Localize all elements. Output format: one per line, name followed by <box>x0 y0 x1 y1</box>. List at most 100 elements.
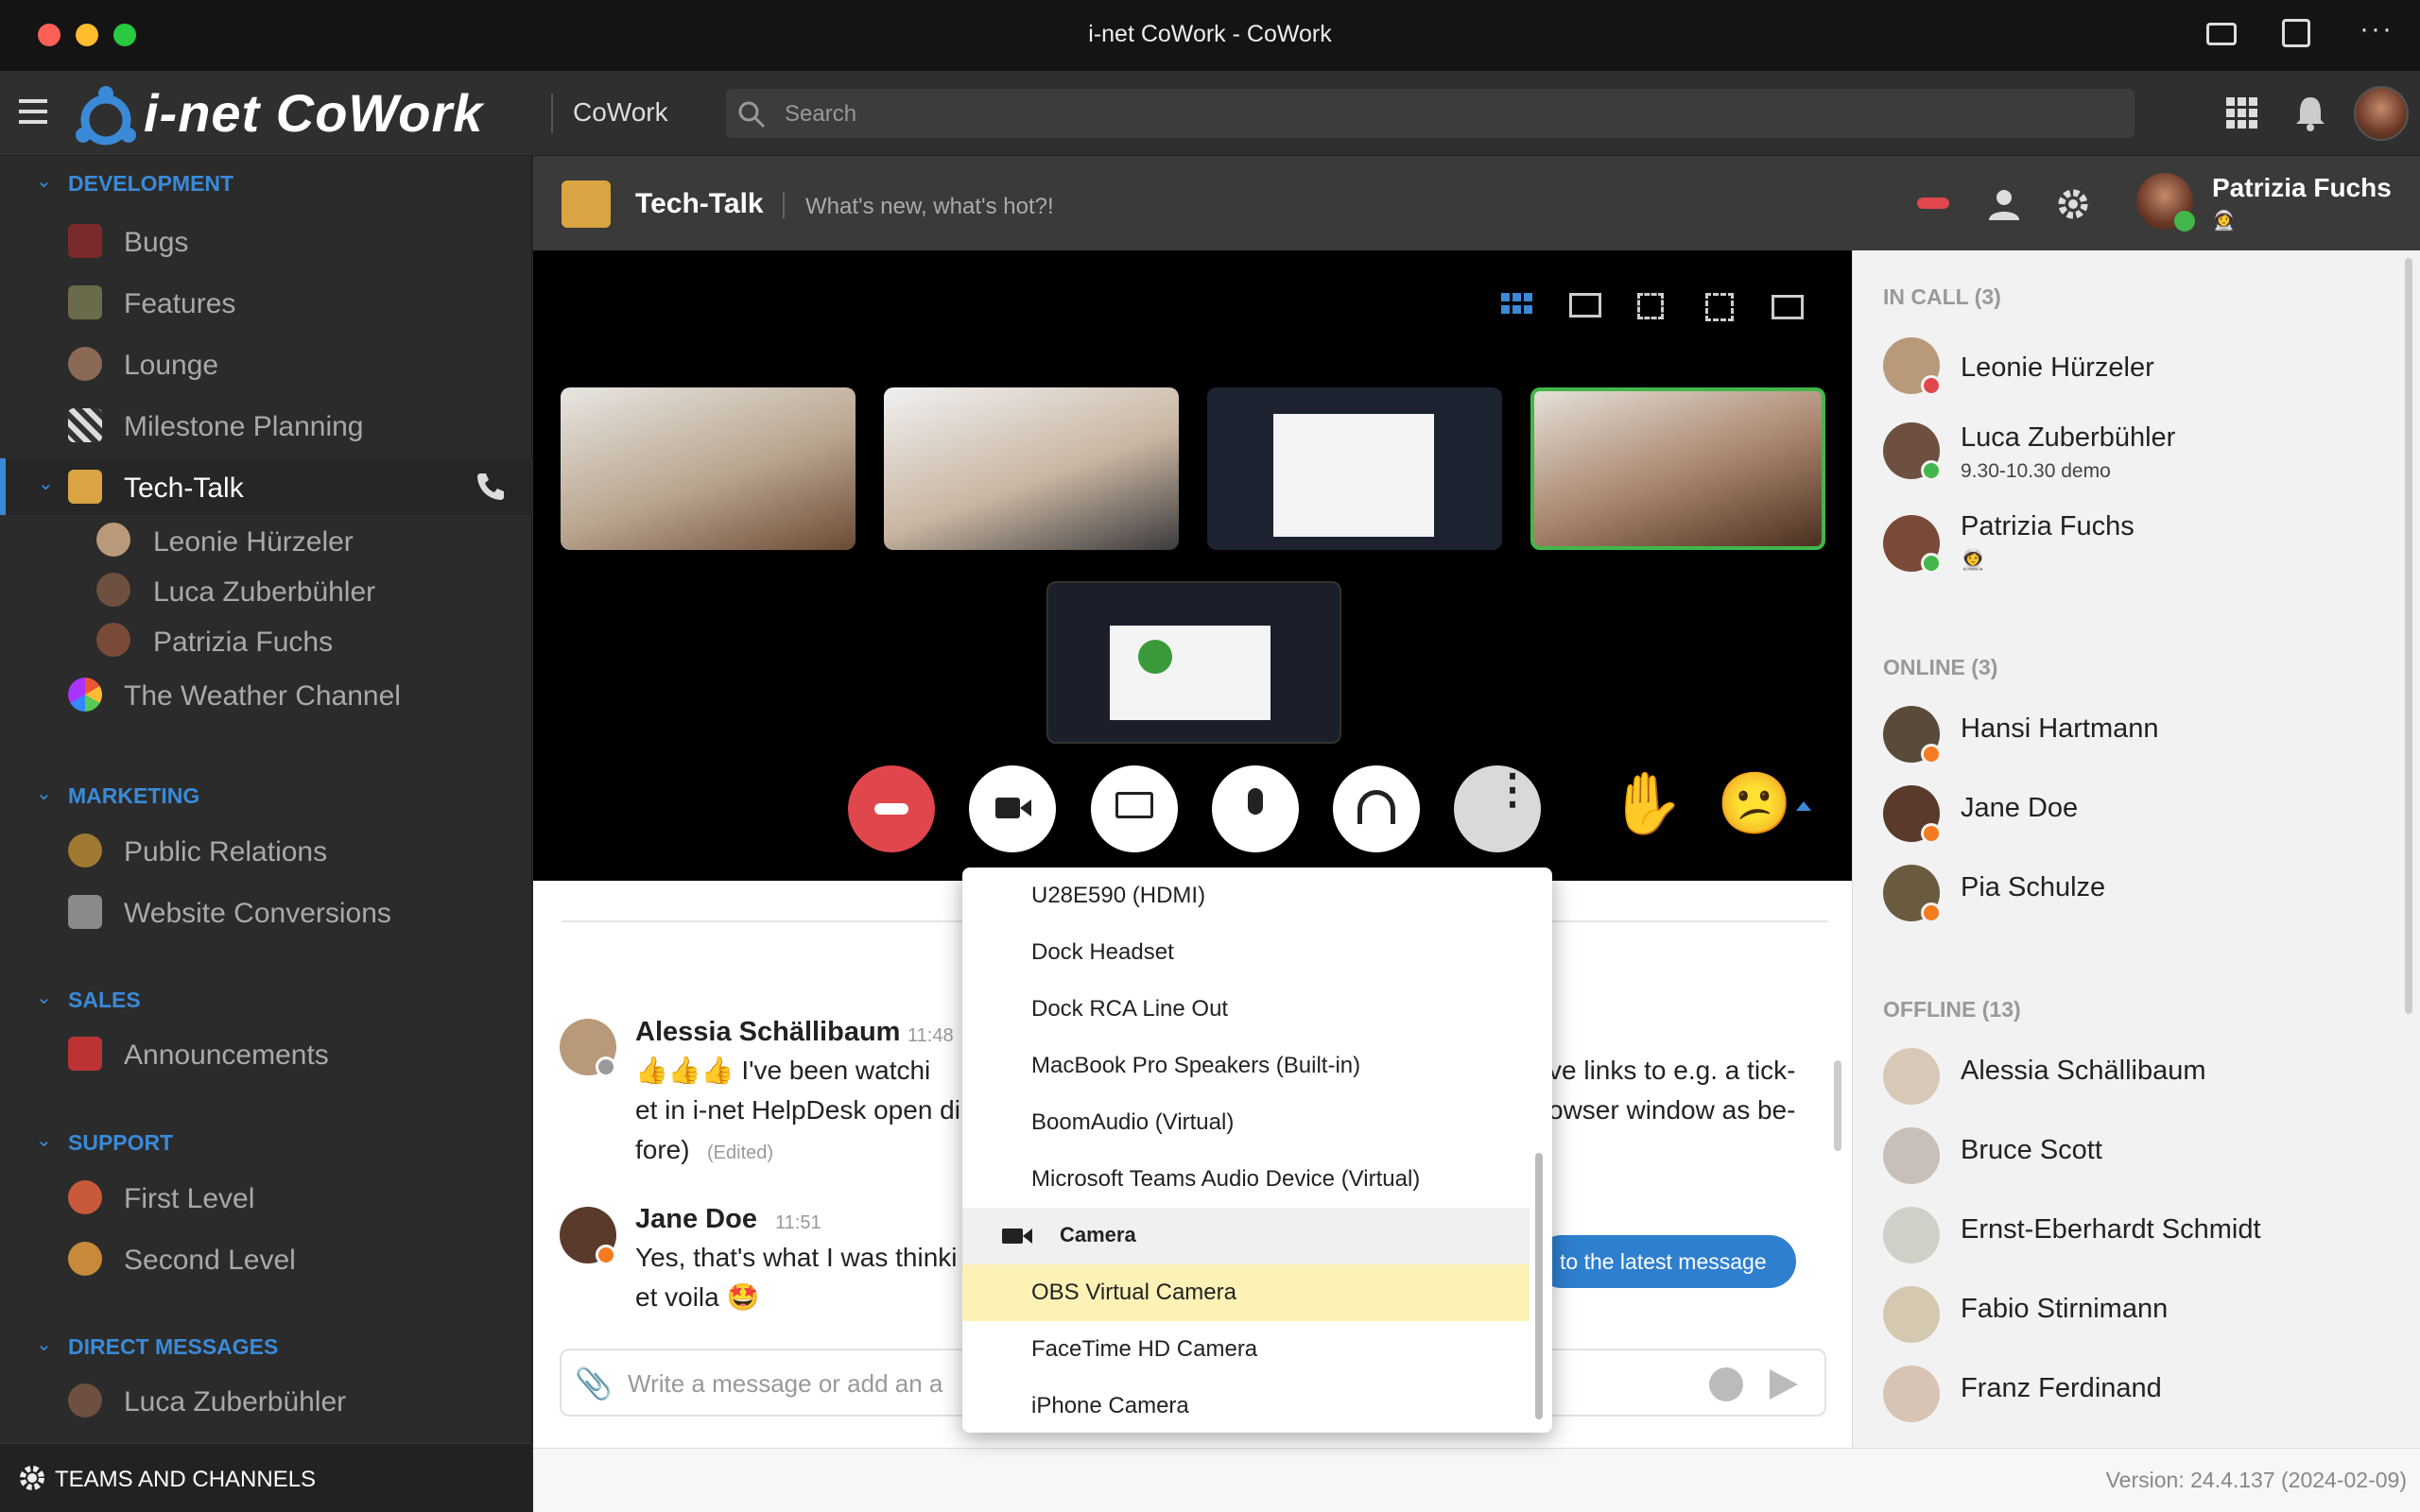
search-icon <box>738 101 766 129</box>
sidebar-item-public-relations[interactable]: Public Relations <box>0 822 532 879</box>
sidebar-item-website-conversions[interactable]: Website Conversions <box>0 884 532 940</box>
message-text: et voila 🤩 <box>635 1282 760 1312</box>
member-row[interactable]: Bruce Scott <box>1883 1124 2394 1190</box>
hangup-button[interactable] <box>848 765 935 852</box>
hangup-icon[interactable] <box>1917 198 1949 209</box>
member-row[interactable]: Ernst-Eberhardt Schmidt <box>1883 1203 2394 1269</box>
hamburger-menu-icon[interactable] <box>19 99 47 128</box>
avatar <box>96 523 130 557</box>
menu-item-audio[interactable]: Dock Headset <box>962 924 1530 981</box>
message-text: Yes, that's what I was thinki <box>635 1243 958 1272</box>
member-row[interactable]: Fabio Stirnimann <box>1883 1282 2394 1349</box>
video-tile-self-screenshare[interactable] <box>1046 581 1341 744</box>
picture-in-picture-icon[interactable] <box>1772 295 1804 319</box>
members-scrollbar[interactable] <box>2405 258 2412 1014</box>
bell-icon[interactable] <box>2294 95 2326 131</box>
away-badge <box>1921 902 1942 923</box>
section-marketing[interactable]: MARKETING <box>68 783 199 809</box>
sidebar-item-first-level[interactable]: First Level <box>0 1169 532 1226</box>
video-tile-participant-2[interactable] <box>884 387 1179 550</box>
chevron-up-icon[interactable] <box>1796 801 1811 811</box>
sidebar-item-second-level[interactable]: Second Level <box>0 1230 532 1287</box>
teams-and-channels-button[interactable]: TEAMS AND CHANNELS <box>0 1443 532 1512</box>
member-row[interactable]: Luca Zuberbühler 9.30-10.30 demo <box>1883 419 2394 485</box>
chevron-down-icon[interactable]: ⌄ <box>36 1128 52 1152</box>
more-icon[interactable]: ··· <box>2360 13 2394 45</box>
checkered-flag-icon <box>68 408 102 442</box>
microphone-button[interactable] <box>1212 765 1299 852</box>
sidebar-item-announcements[interactable]: Announcements <box>0 1025 532 1082</box>
member-row[interactable]: Leonie Hürzeler <box>1883 334 2394 400</box>
audio-output-button[interactable] <box>1333 765 1420 852</box>
speaker-view-icon[interactable] <box>1569 293 1601 318</box>
menu-item-camera-selected[interactable]: OBS Virtual Camera <box>962 1264 1530 1321</box>
megaphone-icon <box>68 1037 102 1071</box>
camera-toggle-button[interactable] <box>969 765 1056 852</box>
chevron-down-icon[interactable]: ⌄ <box>36 782 52 805</box>
member-row[interactable]: Jane Doe <box>1883 782 2394 848</box>
app-header: i-net CoWork CoWork Search <box>0 71 2420 156</box>
chevron-down-icon[interactable]: ⌄ <box>36 169 52 193</box>
menu-item-audio[interactable]: Dock RCA Line Out <box>962 981 1530 1038</box>
section-sales[interactable]: SALES <box>68 988 141 1013</box>
section-direct-messages[interactable]: DIRECT MESSAGES <box>68 1334 278 1360</box>
video-tile-participant-4[interactable] <box>1530 387 1825 550</box>
settings-gear-icon[interactable] <box>2055 186 2091 222</box>
message-author: Alessia Schällibaum <box>635 1017 901 1047</box>
sidebar-item-tech-talk[interactable]: ⌄ Tech-Talk <box>0 458 532 515</box>
menu-item-audio[interactable]: Microsoft Teams Audio Device (Virtual) <box>962 1151 1530 1208</box>
chevron-down-icon[interactable]: ⌄ <box>36 1332 52 1356</box>
menu-item-camera[interactable]: FaceTime HD Camera <box>962 1321 1530 1378</box>
video-tile-screenshare[interactable] <box>1207 387 1502 550</box>
add-user-icon[interactable] <box>1985 186 2023 224</box>
sidebar-member-patrizia[interactable]: Patrizia Fuchs <box>0 615 532 666</box>
emoji-icon[interactable] <box>1709 1367 1743 1401</box>
logo-text: i-net CoWork <box>144 83 484 143</box>
chevron-down-icon[interactable]: ⌄ <box>38 472 54 495</box>
sidebar-item-bugs[interactable]: Bugs <box>0 213 532 269</box>
calculator-icon <box>68 895 102 929</box>
menu-scrollbar[interactable] <box>1535 1153 1543 1419</box>
send-icon[interactable] <box>1770 1369 1798 1400</box>
jump-to-latest-button[interactable]: to the latest message <box>1535 1235 1796 1288</box>
grid-view-icon[interactable] <box>1501 293 1533 318</box>
cast-icon[interactable] <box>2282 19 2310 47</box>
sidebar-item-weather-channel[interactable]: The Weather Channel <box>0 666 532 723</box>
message-time: 11:48 <box>908 1025 954 1046</box>
section-support[interactable]: SUPPORT <box>68 1130 173 1156</box>
sidebar-item-lounge[interactable]: Lounge <box>0 335 532 392</box>
member-row[interactable]: Franz Ferdinand <box>1883 1362 2394 1428</box>
app-name[interactable]: CoWork <box>573 97 668 128</box>
sidebar-member-luca[interactable]: Luca Zuberbühler <box>0 565 532 616</box>
apps-grid-icon[interactable] <box>2226 97 2258 129</box>
video-icon[interactable] <box>2206 23 2237 45</box>
paperclip-icon[interactable]: 📎 <box>575 1366 613 1401</box>
video-tile-participant-1[interactable] <box>561 387 856 550</box>
superhero-icon <box>68 1180 102 1214</box>
menu-item-audio[interactable]: U28E590 (HDMI) <box>962 868 1530 924</box>
phone-icon[interactable] <box>475 470 507 502</box>
focus-icon[interactable] <box>1637 293 1664 319</box>
user-avatar[interactable] <box>2354 86 2409 141</box>
menu-item-camera[interactable]: iPhone Camera <box>962 1378 1530 1433</box>
more-options-button[interactable]: ⋮ <box>1454 765 1541 852</box>
search-input[interactable]: Search <box>726 89 2135 138</box>
menu-item-audio[interactable]: BoomAudio (Virtual) <box>962 1094 1530 1151</box>
raise-hand-icon[interactable]: ✋ <box>1609 768 1685 839</box>
section-development[interactable]: DEVELOPMENT <box>68 171 233 197</box>
member-row[interactable]: Alessia Schällibaum <box>1883 1044 2394 1110</box>
gear-icon <box>20 1466 44 1490</box>
sidebar-member-leonie[interactable]: Leonie Hürzeler <box>0 515 532 566</box>
sidebar-item-milestone-planning[interactable]: Milestone Planning <box>0 397 532 454</box>
member-row[interactable]: Pia Schulze <box>1883 861 2394 927</box>
fullscreen-icon[interactable] <box>1705 293 1734 321</box>
member-row[interactable]: Hansi Hartmann <box>1883 702 2394 768</box>
sidebar-item-features[interactable]: Features <box>0 274 532 331</box>
reaction-icon[interactable]: 😕 <box>1717 768 1792 839</box>
screen-share-button[interactable] <box>1091 765 1178 852</box>
menu-item-audio[interactable]: MacBook Pro Speakers (Built-in) <box>962 1038 1530 1094</box>
chevron-down-icon[interactable]: ⌄ <box>36 986 52 1009</box>
chat-scrollbar[interactable] <box>1834 1060 1841 1151</box>
sidebar-item-dm-luca[interactable]: Luca Zuberbühler <box>0 1372 532 1429</box>
member-row[interactable]: Patrizia Fuchs 👩‍🚀 <box>1883 511 2394 577</box>
